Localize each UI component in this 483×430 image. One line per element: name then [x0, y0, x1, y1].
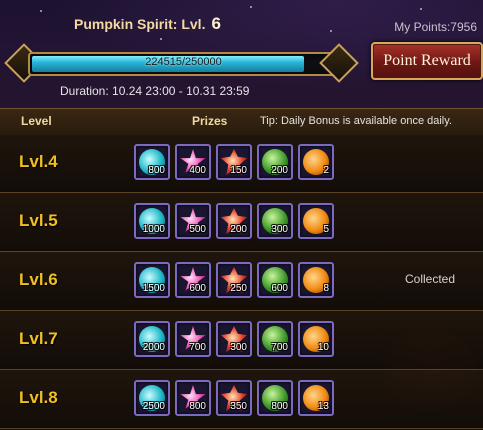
row-level: Lvl.8 [19, 388, 58, 407]
event-duration: Duration: 10.24 23:00 - 10.31 23:59 [60, 84, 250, 98]
prize-quantity: 13 [317, 401, 329, 412]
star-decor [40, 10, 42, 12]
reward-row: Lvl.5 1000 500 200 300 5 [0, 193, 483, 252]
reward-list: Lvl.4 800 400 150 200 2 Lvl.5 1000 500 200 300 5 Lvl… [0, 134, 483, 430]
prize-quantity: 8 [323, 283, 329, 294]
row-level: Lvl.6 [19, 270, 58, 289]
row-level: Lvl.4 [19, 152, 58, 171]
prize-item[interactable]: 200 [216, 203, 252, 239]
star-decor [330, 30, 332, 32]
prize-item[interactable]: 800 [134, 144, 170, 180]
prize-quantity: 700 [189, 342, 206, 353]
progress-bar: 224515/250000 [28, 52, 339, 76]
prize-item[interactable]: 800 [257, 380, 293, 416]
prize-quantity: 5 [323, 224, 329, 235]
prize-quantity: 300 [230, 342, 247, 353]
prize-item[interactable]: 500 [175, 203, 211, 239]
prize-quantity: 1500 [142, 283, 165, 294]
prize-item[interactable]: 700 [175, 321, 211, 357]
my-points: My Points:7956 [394, 20, 477, 34]
prize-item[interactable]: 10 [298, 321, 334, 357]
prize-quantity: 1000 [142, 224, 165, 235]
prize-quantity: 200 [230, 224, 247, 235]
prize-quantity: 600 [189, 283, 206, 294]
prize-item[interactable]: 2000 [134, 321, 170, 357]
prize-item[interactable]: 350 [216, 380, 252, 416]
prize-quantity: 700 [271, 342, 288, 353]
prize-quantity: 10 [317, 342, 329, 353]
prize-quantity: 500 [189, 224, 206, 235]
star-decor [160, 38, 162, 40]
event-header: Pumpkin Spirit: Lvl. 6 My Points:7956 224… [0, 0, 483, 108]
row-level: Lvl.7 [19, 329, 58, 348]
prize-item[interactable]: 2 [298, 144, 334, 180]
prize-quantity: 150 [230, 165, 247, 176]
prize-item[interactable]: 250 [216, 262, 252, 298]
prize-item[interactable]: 800 [175, 380, 211, 416]
prize-item[interactable]: 300 [216, 321, 252, 357]
prize-item[interactable]: 600 [175, 262, 211, 298]
row-status: Collected [405, 272, 456, 286]
column-header: Level Prizes Tip: Daily Bonus is availab… [0, 108, 483, 135]
prize-item[interactable]: 13 [298, 380, 334, 416]
prize-item[interactable]: 700 [257, 321, 293, 357]
prize-quantity: 800 [271, 401, 288, 412]
progress-text: 224515/250000 [145, 56, 222, 68]
prize-item[interactable]: 150 [216, 144, 252, 180]
prize-quantity: 350 [230, 401, 247, 412]
prize-quantity: 300 [271, 224, 288, 235]
reward-row: Lvl.7 2000 700 300 700 10 [0, 311, 483, 370]
progress-bar-frame: 224515/250000 [4, 43, 359, 83]
prize-item[interactable]: 300 [257, 203, 293, 239]
prize-item[interactable]: 200 [257, 144, 293, 180]
prize-item[interactable]: 2500 [134, 380, 170, 416]
star-decor [420, 8, 422, 10]
prize-item[interactable]: 8 [298, 262, 334, 298]
prize-item[interactable]: 5 [298, 203, 334, 239]
event-title-text: Pumpkin Spirit: Lvl. [74, 16, 206, 32]
point-reward-button[interactable]: Point Reward [371, 42, 483, 80]
daily-bonus-tip: Tip: Daily Bonus is available once daily… [260, 115, 452, 127]
prize-item[interactable]: 400 [175, 144, 211, 180]
prize-item[interactable]: 600 [257, 262, 293, 298]
prize-quantity: 200 [271, 165, 288, 176]
prize-quantity: 250 [230, 283, 247, 294]
prize-quantity: 2000 [142, 342, 165, 353]
row-level: Lvl.5 [19, 211, 58, 230]
prizes-column-header: Prizes [192, 114, 228, 128]
prize-quantity: 600 [271, 283, 288, 294]
reward-row: Lvl.6 1500 600 250 600 8 Collected [0, 252, 483, 311]
prize-quantity: 400 [189, 165, 206, 176]
event-level: 6 [211, 14, 221, 33]
prize-quantity: 2500 [142, 401, 165, 412]
prize-quantity: 800 [148, 165, 165, 176]
prize-quantity: 800 [189, 401, 206, 412]
star-decor [250, 6, 252, 8]
level-column-header: Level [21, 114, 52, 128]
prize-item[interactable]: 1500 [134, 262, 170, 298]
prize-quantity: 2 [323, 165, 329, 176]
reward-row: Lvl.8 2500 800 350 800 13 [0, 370, 483, 429]
prize-item[interactable]: 1000 [134, 203, 170, 239]
reward-row: Lvl.4 800 400 150 200 2 [0, 134, 483, 193]
bar-ornament-icon [319, 43, 359, 83]
event-title: Pumpkin Spirit: Lvl. 6 [74, 14, 221, 34]
